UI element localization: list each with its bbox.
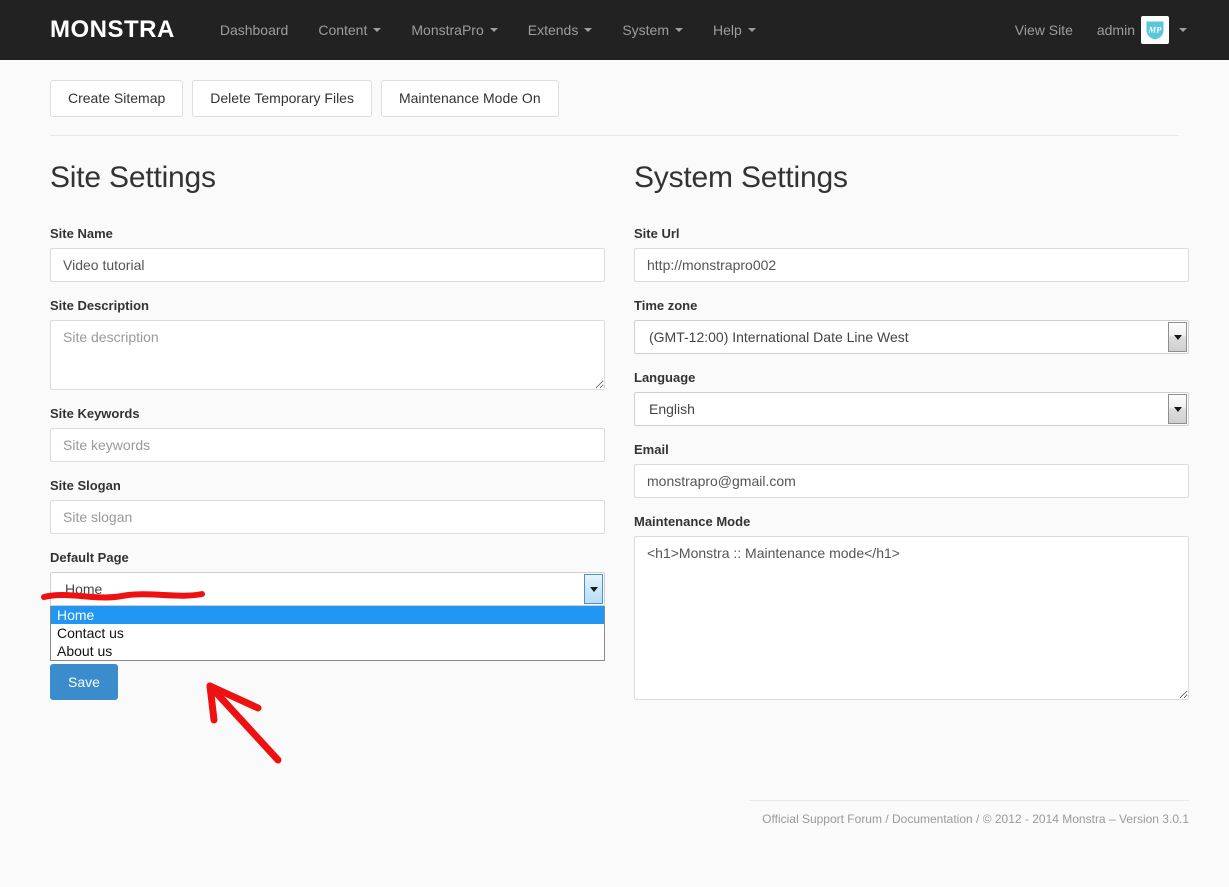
time-zone-select[interactable]: (GMT-12:00) International Date Line West [634,320,1189,354]
site-name-input[interactable] [50,248,605,282]
maintenance-mode-textarea[interactable]: <h1>Monstra :: Maintenance mode</h1> [634,536,1189,700]
nav-right-group: View Site admin MP [1001,0,1193,60]
field-default-page: Default Page Home Home Contact us About … [50,550,605,606]
view-site-link[interactable]: View Site [1001,0,1087,60]
nav-item-system[interactable]: System [607,0,698,60]
nav-links: Dashboard Content MonstraPro Extends Sys… [205,0,771,60]
field-maintenance-mode: Maintenance Mode <h1>Monstra :: Maintena… [634,514,1189,700]
dropdown-option-about-us[interactable]: About us [51,642,604,660]
create-sitemap-button[interactable]: Create Sitemap [50,80,183,117]
site-url-label: Site Url [634,226,1189,242]
email-label: Email [634,442,1189,458]
field-site-url: Site Url [634,226,1189,282]
chevron-down-icon [584,28,592,32]
save-button[interactable]: Save [50,664,118,700]
site-slogan-label: Site Slogan [50,478,605,494]
maintenance-mode-label: Maintenance Mode [634,514,1189,530]
delete-temporary-files-button[interactable]: Delete Temporary Files [192,80,372,117]
nav-item-dashboard-label: Dashboard [220,0,289,60]
default-page-dropdown-options: Home Contact us About us [50,606,605,661]
email-input[interactable] [634,464,1189,498]
avatar: MP [1141,16,1169,44]
system-settings-column: System Settings Site Url Time zone (GMT-… [634,160,1189,716]
nav-item-monstrapro-label: MonstraPro [411,0,483,60]
site-settings-column: Site Settings Site Name Site Description… [50,160,605,700]
site-description-label: Site Description [50,298,605,314]
site-slogan-input[interactable] [50,500,605,534]
site-description-textarea[interactable] [50,320,605,390]
nav-item-extends-label: Extends [528,0,579,60]
nav-item-help[interactable]: Help [698,0,771,60]
field-language: Language English [634,370,1189,426]
language-selected-value: English [635,401,1168,417]
field-site-name: Site Name [50,226,605,282]
default-page-label: Default Page [50,550,605,566]
toolbar-divider [50,135,1179,136]
nav-item-monstrapro[interactable]: MonstraPro [396,0,512,60]
nav-item-content-label: Content [318,0,367,60]
chevron-down-icon[interactable] [584,574,603,604]
field-site-keywords: Site Keywords [50,406,605,462]
field-time-zone: Time zone (GMT-12:00) International Date… [634,298,1189,354]
site-settings-title: Site Settings [50,160,605,196]
field-site-description: Site Description [50,298,605,390]
top-navbar: MONSTRA Dashboard Content MonstraPro Ext… [0,0,1229,60]
settings-page: MONSTRA Dashboard Content MonstraPro Ext… [0,0,1229,887]
default-page-selected-value: Home [51,581,584,597]
action-toolbar: Create Sitemap Delete Temporary Files Ma… [50,80,559,117]
chevron-down-icon[interactable] [1168,322,1187,352]
chevron-down-icon [1179,28,1187,32]
dropdown-option-contact-us[interactable]: Contact us [51,624,604,642]
field-site-slogan: Site Slogan [50,478,605,534]
nav-item-dashboard[interactable]: Dashboard [205,0,304,60]
time-zone-selected-value: (GMT-12:00) International Date Line West [635,329,1168,345]
chevron-down-icon[interactable] [1168,394,1187,424]
nav-item-content[interactable]: Content [303,0,396,60]
dropdown-option-home[interactable]: Home [51,606,604,624]
view-site-label: View Site [1015,0,1073,60]
chevron-down-icon [490,28,498,32]
footer-text: Official Support Forum / Documentation /… [749,811,1189,827]
nav-item-extends[interactable]: Extends [513,0,608,60]
chevron-down-icon [373,28,381,32]
language-select[interactable]: English [634,392,1189,426]
system-settings-title: System Settings [634,160,1189,196]
username-label: admin [1097,22,1135,38]
maintenance-mode-on-button[interactable]: Maintenance Mode On [381,80,559,117]
nav-item-help-label: Help [713,0,742,60]
svg-text:MP: MP [1148,25,1163,35]
user-menu[interactable]: admin MP [1087,16,1193,44]
field-email: Email [634,442,1189,498]
default-page-select-wrapper: Home Home Contact us About us [50,572,605,606]
site-name-label: Site Name [50,226,605,242]
nav-item-system-label: System [622,0,669,60]
language-label: Language [634,370,1189,386]
site-url-input[interactable] [634,248,1189,282]
default-page-select[interactable]: Home [50,572,605,606]
footer: Official Support Forum / Documentation /… [749,800,1189,827]
brand-logo[interactable]: MONSTRA [50,0,175,60]
site-keywords-label: Site Keywords [50,406,605,422]
site-keywords-input[interactable] [50,428,605,462]
chevron-down-icon [675,28,683,32]
time-zone-label: Time zone [634,298,1189,314]
chevron-down-icon [748,28,756,32]
